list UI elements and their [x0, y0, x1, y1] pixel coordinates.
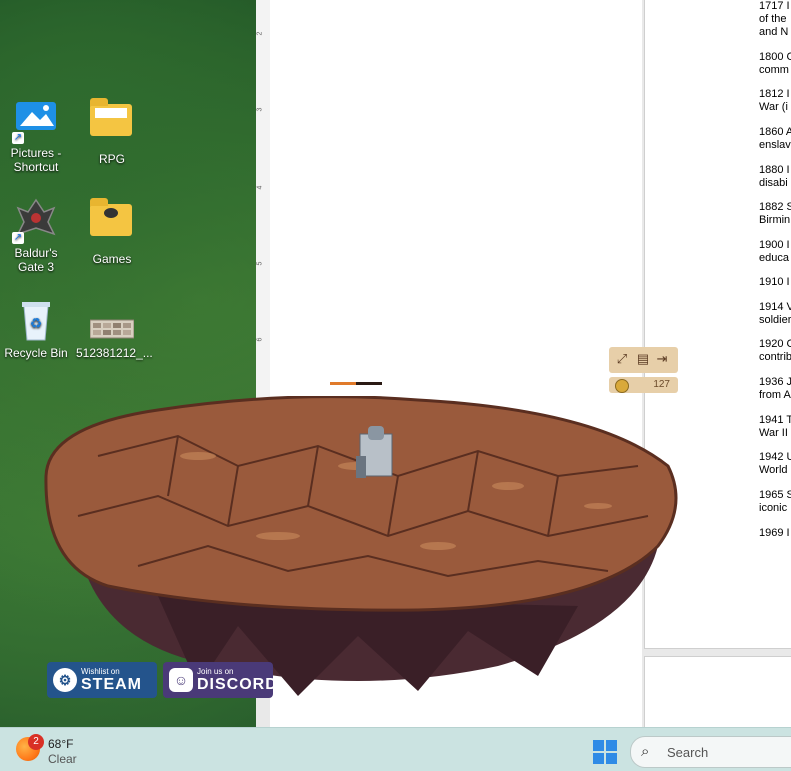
numbered-list[interactable]: 2.1717 Iof theand N3.1800 Ccomm4.1812 IW… — [730, 0, 791, 560]
folder-icon — [90, 198, 134, 248]
steam-logo-icon: ⚙ — [53, 668, 77, 692]
desktop-icon-label: Games — [92, 252, 132, 266]
list-item-text: 1936 J — [759, 376, 791, 388]
coin-icon — [615, 379, 629, 393]
desktop-icon-recycle-bin[interactable]: ♻ Recycle Bin — [0, 298, 72, 360]
shortcut-arrow-icon: ↗ — [12, 232, 24, 244]
knight-character[interactable] — [356, 426, 393, 478]
health-bar — [330, 382, 382, 385]
desktop-icon-image-file[interactable]: 512381212_... — [76, 298, 153, 360]
pictures-shortcut-icon: ↗ — [12, 98, 58, 144]
list-item-text: 1880 I — [759, 164, 790, 176]
search-placeholder: Search — [667, 745, 709, 760]
list-item-text: disabi — [759, 177, 788, 189]
list-item-text: of the — [759, 13, 787, 25]
desktop-icon-label: RPG — [98, 152, 125, 166]
discord-join-button[interactable]: ☺ Join us on DISCORD — [163, 662, 277, 698]
list-item-text: from A — [759, 389, 791, 401]
taskbar-search-box[interactable]: ⌕ Search — [630, 736, 791, 768]
list-item-text: World — [759, 464, 788, 476]
list-item-text: iconic — [759, 502, 788, 514]
exit-icon[interactable]: ⇥ — [655, 352, 669, 366]
desktop-icon-games[interactable]: Games — [76, 198, 148, 266]
list-item-text: 1910 I — [759, 276, 790, 288]
desktop-icon-label: Baldur's Gate 3 — [14, 246, 58, 274]
list-item-text: 1882 S — [759, 201, 791, 213]
steam-wishlist-button[interactable]: ⚙ Wishlist on STEAM — [47, 662, 157, 698]
game-hud-panel: ⤢ ▤ ⇥ — [609, 347, 678, 373]
vertical-ruler: 2 3 4 5 6 — [256, 0, 271, 400]
coin-counter: 127 — [609, 377, 678, 393]
search-icon: ⌕ — [641, 743, 650, 760]
list-item-text: 1965 S — [759, 489, 791, 501]
list-item-text: soldier — [759, 314, 791, 326]
taskbar: 2 68°F Clear ⌕ Search — [0, 727, 791, 771]
list-item-text: contrib — [759, 351, 791, 363]
list-item-text: 1969 I — [759, 527, 790, 539]
image-file-icon — [89, 298, 135, 342]
desktop-icon-pictures-shortcut[interactable]: ↗ Pictures - Shortcut — [0, 98, 72, 174]
list-item-text: 1860 A — [759, 126, 791, 138]
coin-count: 127 — [653, 379, 670, 390]
weather-condition[interactable]: Clear — [48, 752, 77, 766]
health-bar-fill — [330, 382, 356, 385]
shortcut-arrow-icon: ↗ — [12, 132, 24, 144]
list-item-text: War II — [759, 427, 788, 439]
list-item-text: 1900 I — [759, 239, 790, 251]
list-item-text: educa — [759, 252, 789, 264]
list-item-text: Birmin — [759, 214, 791, 226]
weather-temperature[interactable]: 68°F — [48, 737, 73, 751]
folder-icon — [90, 98, 134, 148]
list-item-text: comm — [759, 64, 789, 76]
list-item-text: enslav — [759, 139, 791, 151]
journal-icon[interactable]: ▤ — [636, 352, 650, 366]
list-item-text: 1717 I — [759, 0, 790, 12]
desktop-icon-label: Pictures - Shortcut — [10, 146, 62, 174]
list-item-text: 1941 T — [759, 414, 791, 426]
desktop-icon-baldurs-gate[interactable]: ↗ Baldur's Gate 3 — [0, 198, 72, 274]
recycle-bin-icon: ♻ — [14, 298, 58, 342]
list-item-text: 1914 V — [759, 301, 791, 313]
discord-logo-icon: ☺ — [169, 668, 193, 692]
floating-island — [44, 396, 678, 696]
desktop-icon-rpg[interactable]: RPG — [76, 98, 148, 166]
list-item-text: War (i — [759, 101, 788, 113]
list-item-text: 1812 I — [759, 88, 790, 100]
desktop-icon-label: 512381212_... — [76, 346, 153, 360]
svg-text:♻: ♻ — [30, 315, 43, 331]
list-item-text: 1800 C — [759, 51, 791, 63]
baldurs-gate-icon: ↗ — [12, 198, 58, 244]
list-item-text: and N — [759, 26, 789, 38]
desktop-icon-label: Recycle Bin — [4, 346, 68, 360]
weather-notification-badge: 2 — [28, 734, 44, 750]
resize-icon[interactable]: ⤢ — [615, 352, 629, 366]
start-button[interactable] — [593, 740, 617, 764]
list-item-text: 1920 C — [759, 338, 791, 350]
list-item-text: 1942 U — [759, 451, 791, 463]
